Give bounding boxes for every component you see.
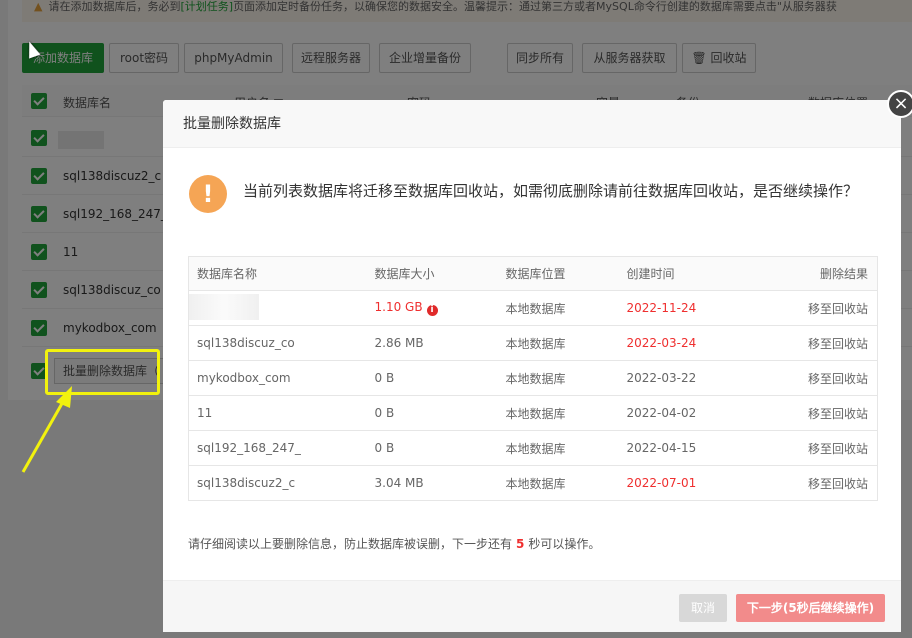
column-header: 创建时间 <box>618 256 769 291</box>
db-size-cell: 0 B <box>366 430 498 466</box>
blurred-name <box>189 293 259 320</box>
db-name-cell: sql138discuz2_c <box>188 465 367 501</box>
column-header: 数据库名称 <box>188 256 367 291</box>
column-header: 删除结果 <box>768 256 878 291</box>
countdown-message: 请仔细阅读以上要删除信息，防止数据库被误删，下一步还有 5 秒可以操作。 <box>188 537 601 551</box>
db-result-cell: 移至回收站 <box>768 395 878 431</box>
db-result-cell: 移至回收站 <box>768 290 878 326</box>
warning-message: 当前列表数据库将迁移至数据库回收站，如需彻底删除请前往数据库回收站，是否继续操作… <box>243 182 859 200</box>
cancel-button[interactable]: 取消 <box>679 594 727 622</box>
table-row: sql138discuz_co 2.86 MB 本地数据库 2022-03-24 移至回… <box>188 325 878 361</box>
db-created-cell: 2022-04-02 <box>618 395 769 431</box>
db-size-cell: 0 B <box>366 395 498 431</box>
db-size-cell: 2.86 MB <box>366 325 498 361</box>
db-name-cell: sql138discuz_co <box>188 325 367 361</box>
table-row: sql138discuz2_c 3.04 MB 本地数据库 2022-07-01 移至回… <box>188 465 878 501</box>
db-location-cell: 本地数据库 <box>497 325 619 361</box>
db-size-cell: 1.10 GB i <box>366 290 498 326</box>
db-result-cell: 移至回收站 <box>768 360 878 396</box>
db-name-cell: mykodbox_com <box>188 360 367 396</box>
delete-list-table: 数据库名称 数据库大小 数据库位置 创建时间 删除结果 1.10 GB i 本地数据… <box>188 256 878 501</box>
column-header: 数据库位置 <box>497 256 619 291</box>
annotation-arrow-icon <box>21 386 72 473</box>
table-row: 1.10 GB i 本地数据库 2022-11-24 移至回收站 <box>188 290 878 326</box>
db-name-cell <box>188 290 367 326</box>
db-result-cell: 移至回收站 <box>768 325 878 361</box>
column-header: 数据库大小 <box>366 256 498 291</box>
db-size-cell: 3.04 MB <box>366 465 498 501</box>
db-location-cell: 本地数据库 <box>497 395 619 431</box>
db-location-cell: 本地数据库 <box>497 430 619 466</box>
db-location-cell: 本地数据库 <box>497 360 619 396</box>
next-step-button[interactable]: 下一步(5秒后继续操作) <box>736 594 885 622</box>
db-name-cell: 11 <box>188 395 367 431</box>
countdown-number: 5 <box>516 537 525 551</box>
db-location-cell: 本地数据库 <box>497 290 619 326</box>
db-created-cell: 2022-04-15 <box>618 430 769 466</box>
table-row: sql192_168_247_ 0 B 本地数据库 2022-04-15 移至回收站 <box>188 430 878 466</box>
db-location-cell: 本地数据库 <box>497 465 619 501</box>
db-result-cell: 移至回收站 <box>768 430 878 466</box>
db-created-cell: 2022-07-01 <box>618 465 769 501</box>
table-row: mykodbox_com 0 B 本地数据库 2022-03-22 移至回收站 <box>188 360 878 396</box>
db-created-cell: 2022-03-22 <box>618 360 769 396</box>
db-created-cell: 2022-03-24 <box>618 325 769 361</box>
warning-icon: ! <box>189 175 227 213</box>
close-icon[interactable]: × <box>887 90 912 118</box>
db-created-cell: 2022-11-24 <box>618 290 769 326</box>
db-result-cell: 移至回收站 <box>768 465 878 501</box>
dialog-title: 批量删除数据库 <box>163 100 901 148</box>
dialog-footer: 取消 下一步(5秒后继续操作) <box>163 580 901 632</box>
db-name-cell: sql192_168_247_ <box>188 430 367 466</box>
table-row: 11 0 B 本地数据库 2022-04-02 移至回收站 <box>188 395 878 431</box>
info-icon[interactable]: i <box>426 305 438 316</box>
table-header-row: 数据库名称 数据库大小 数据库位置 创建时间 删除结果 <box>188 256 878 291</box>
db-size-cell: 0 B <box>366 360 498 396</box>
